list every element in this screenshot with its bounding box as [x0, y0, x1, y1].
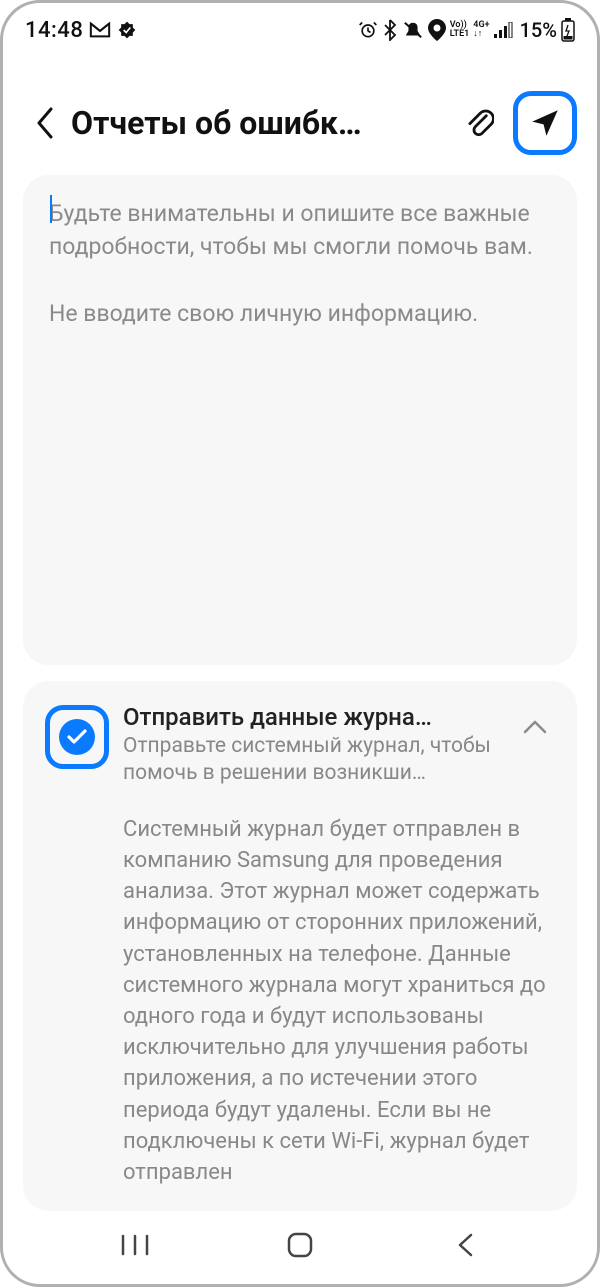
- send-log-title: Отправить данные журна…: [123, 703, 501, 731]
- paperclip-icon: [464, 106, 494, 140]
- send-log-subtitle: Отправьте системный журнал, чтобы помочь…: [123, 733, 501, 788]
- check-badge-icon: [117, 20, 137, 40]
- collapse-button[interactable]: [515, 707, 555, 747]
- nav-back-button[interactable]: [435, 1225, 495, 1265]
- attach-button[interactable]: [455, 99, 503, 147]
- app-header: Отчеты об ошибк…: [3, 51, 597, 175]
- network-indicator: 4G+ ↓↑: [473, 21, 489, 39]
- navigation-bar: [3, 1214, 597, 1284]
- checkmark-icon: [59, 719, 95, 755]
- mute-icon: [402, 20, 424, 40]
- device-frame: 14:48 Vo)) LTE1 4G+ ↓↑: [0, 0, 600, 1287]
- back-button[interactable]: [23, 101, 67, 145]
- send-log-card: Отправить данные журна… Отправьте систем…: [23, 681, 577, 1211]
- status-clock: 14:48: [25, 18, 83, 43]
- bluetooth-icon: [382, 19, 398, 41]
- home-icon: [287, 1232, 313, 1258]
- nav-home-button[interactable]: [270, 1225, 330, 1265]
- text-cursor: [50, 195, 52, 223]
- nav-recents-button[interactable]: [105, 1225, 165, 1265]
- send-icon: [528, 106, 562, 140]
- location-icon: [428, 19, 446, 41]
- signal-icon: [494, 22, 514, 38]
- send-log-checkbox[interactable]: [45, 705, 109, 769]
- chevron-left-icon: [35, 106, 55, 140]
- volte-indicator: Vo)) LTE1: [450, 21, 470, 39]
- send-log-body: Системный журнал будет отправлен в компа…: [123, 814, 555, 1189]
- alarm-icon: [358, 20, 378, 40]
- nav-back-icon: [456, 1232, 474, 1258]
- chevron-up-icon: [522, 719, 548, 735]
- recents-icon: [121, 1234, 149, 1256]
- description-placeholder: Будьте внимательны и опишите все важные …: [49, 197, 551, 330]
- description-input[interactable]: Будьте внимательны и опишите все важные …: [23, 175, 577, 665]
- gmail-icon: [89, 21, 111, 39]
- send-button[interactable]: [513, 91, 577, 155]
- battery-icon: [561, 18, 575, 42]
- battery-percent: 15%: [520, 18, 557, 42]
- status-bar: 14:48 Vo)) LTE1 4G+ ↓↑: [3, 3, 597, 51]
- page-title: Отчеты об ошибк…: [71, 104, 451, 142]
